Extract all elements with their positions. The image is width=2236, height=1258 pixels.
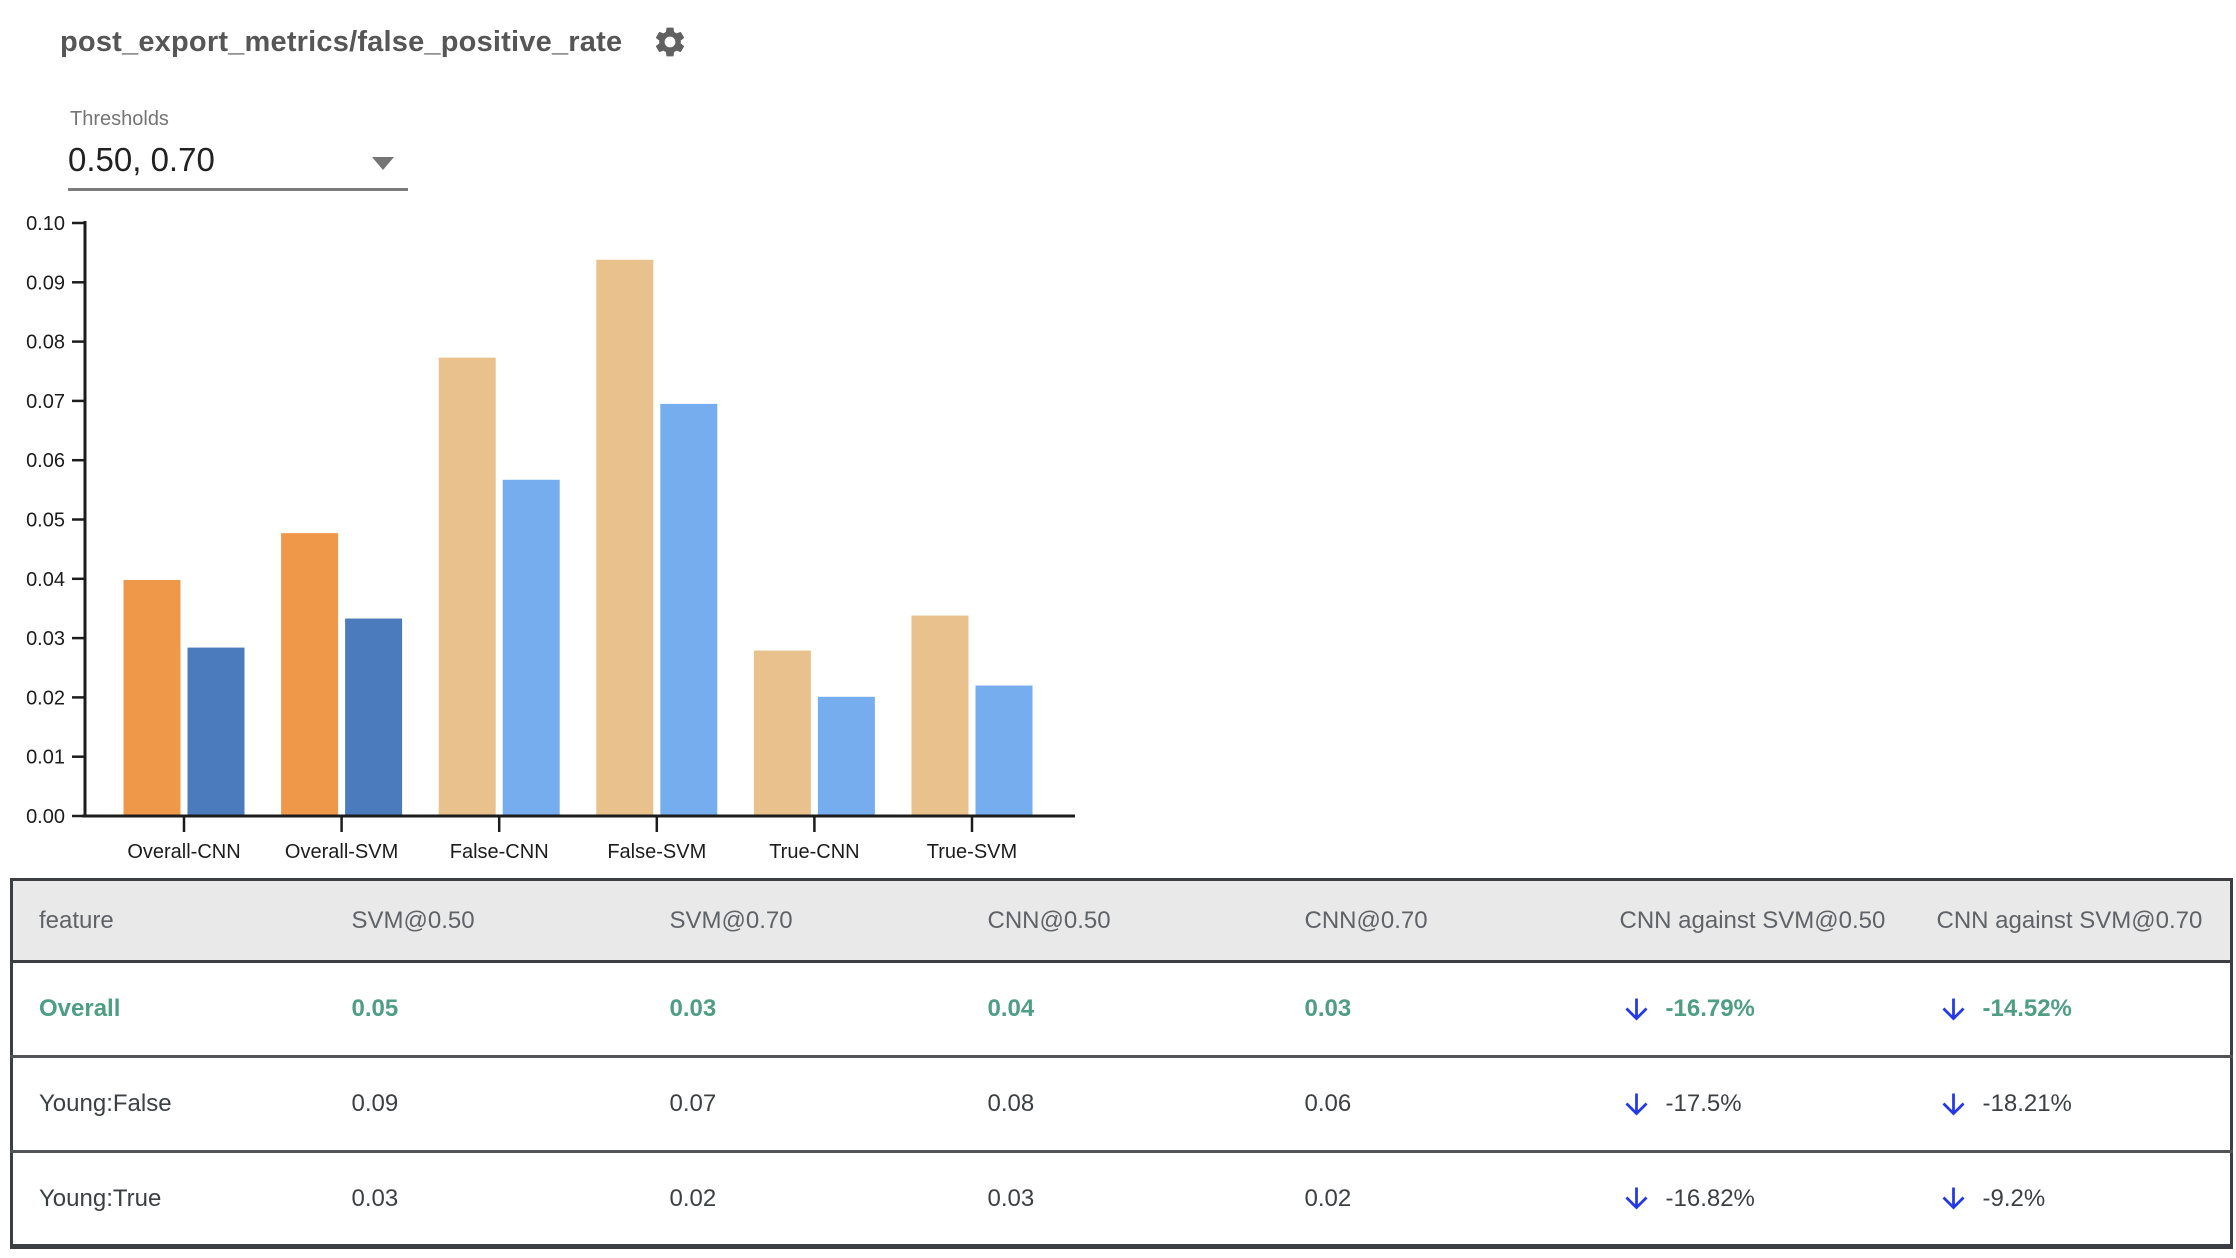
feature-cell: Young:False xyxy=(11,1056,352,1153)
svm-070-cell: 0.03 xyxy=(669,961,988,1058)
y-axis-tick-label: 0.04 xyxy=(26,569,65,591)
x-axis-label-false-svm: False-SVM xyxy=(607,841,706,863)
page-title: post_export_metrics/false_positive_rate xyxy=(60,25,623,58)
y-axis-tick-label: 0.10 xyxy=(26,213,65,235)
cnn-070-cell: 0.03 xyxy=(1304,961,1620,1058)
x-axis-label-true-cnn: True-CNN xyxy=(769,841,859,863)
feature-cell: Overall xyxy=(11,961,352,1058)
x-axis-label-overall-cnn: Overall-CNN xyxy=(127,841,240,863)
y-axis-tick-label: 0.06 xyxy=(26,450,65,472)
delta-against-svm-050-cell: -17.5% xyxy=(1619,1056,1937,1153)
x-axis-label-false-cnn: False-CNN xyxy=(450,841,549,863)
col-header-svm-070: SVM@0.70 xyxy=(669,879,988,963)
metrics-panel: 0.00 0.01 0.02 0.03 0.04 0.05 0.06 0.07 0.08 0.09… xyxy=(0,0,2236,1258)
dropdown-underline xyxy=(68,188,408,191)
thresholds-value: 0.50, 0.70 xyxy=(68,141,215,178)
svm-050-cell: 0.03 xyxy=(351,1151,670,1247)
delta-value: -14.52% xyxy=(1982,995,2072,1022)
col-header-svm-050: SVM@0.50 xyxy=(351,879,670,963)
delta-against-svm-050-cell: -16.79% xyxy=(1619,961,1937,1058)
col-header-cnn-against-svm-070: CNN against SVM@0.70 xyxy=(1936,879,2232,963)
bar-overall-cnn-threshold-0-70[interactable] xyxy=(187,647,245,816)
down-arrow-icon xyxy=(1942,1187,1964,1210)
delta-value: -9.2% xyxy=(1982,1184,2046,1212)
delta-against-svm-070-cell: -9.2% xyxy=(1936,1151,2232,1247)
cnn-050-cell: 0.04 xyxy=(987,961,1305,1058)
down-arrow-icon xyxy=(1625,1187,1647,1210)
bar-overall-svm-threshold-0-50[interactable] xyxy=(281,533,339,816)
bar-true-svm-threshold-0-70[interactable] xyxy=(975,685,1033,816)
cnn-050-cell: 0.08 xyxy=(987,1056,1305,1153)
dropdown-caret-icon[interactable] xyxy=(372,156,394,170)
delta-against-svm-070-cell: -18.21% xyxy=(1936,1056,2232,1153)
bar-true-cnn-threshold-0-70[interactable] xyxy=(817,696,875,816)
bar-false-cnn-threshold-0-50[interactable] xyxy=(438,357,496,816)
cnn-050-cell: 0.03 xyxy=(987,1151,1305,1247)
table-header-row: feature SVM@0.50 SVM@0.70 CNN@0.50 CNN@0… xyxy=(11,879,2232,963)
settings-gear-icon[interactable] xyxy=(652,24,688,60)
down-arrow-icon xyxy=(1625,998,1647,1020)
col-header-cnn-against-svm-050: CNN against SVM@0.50 xyxy=(1619,879,1937,963)
delta-value: -17.5% xyxy=(1665,1090,1742,1117)
bar-false-svm-threshold-0-50[interactable] xyxy=(596,259,654,816)
thresholds-dropdown[interactable]: Thresholds 0.50, 0.70 xyxy=(68,108,408,191)
svm-050-cell: 0.05 xyxy=(351,961,670,1058)
y-axis-tick-label: 0.03 xyxy=(26,628,65,650)
delta-value: -16.79% xyxy=(1665,995,1755,1022)
bar-true-svm-threshold-0-50[interactable] xyxy=(911,615,969,816)
y-axis-tick-label: 0.08 xyxy=(26,332,65,354)
metrics-table-body: Overall 0.05 0.03 0.04 0.03 -16.79% -14.52% You… xyxy=(11,961,2232,1247)
y-axis-tick-label: 0.09 xyxy=(26,272,65,294)
y-axis-tick-label: 0.00 xyxy=(26,806,65,828)
bar-false-svm-threshold-0-70[interactable] xyxy=(660,403,718,816)
down-arrow-icon xyxy=(1942,998,1964,1020)
table-row-young-false[interactable]: Young:False 0.09 0.07 0.08 0.06 -17.5% -18.21% xyxy=(11,1056,2232,1153)
svm-070-cell: 0.07 xyxy=(669,1056,988,1153)
svm-050-cell: 0.09 xyxy=(351,1056,670,1153)
bar-overall-cnn-threshold-0-50[interactable] xyxy=(123,579,181,816)
feature-cell: Young:True xyxy=(11,1151,352,1247)
col-header-cnn-050: CNN@0.50 xyxy=(987,879,1305,963)
col-header-cnn-070: CNN@0.70 xyxy=(1304,879,1620,963)
svm-070-cell: 0.02 xyxy=(669,1151,988,1247)
cnn-070-cell: 0.02 xyxy=(1304,1151,1620,1247)
metrics-table: feature SVM@0.50 SVM@0.70 CNN@0.50 CNN@0… xyxy=(10,878,2233,1249)
x-axis-label-true-svm: True-SVM xyxy=(927,841,1017,863)
delta-value: -18.21% xyxy=(1982,1090,2072,1117)
table-row-overall[interactable]: Overall 0.05 0.03 0.04 0.03 -16.79% -14.52% xyxy=(11,961,2232,1058)
x-axis-label-overall-svm: Overall-SVM xyxy=(285,841,398,863)
delta-against-svm-050-cell: -16.82% xyxy=(1619,1151,1937,1247)
bar-true-cnn-threshold-0-50[interactable] xyxy=(753,650,811,816)
delta-value: -16.82% xyxy=(1665,1184,1755,1212)
bar-overall-svm-threshold-0-70[interactable] xyxy=(345,618,403,816)
cnn-070-cell: 0.06 xyxy=(1304,1056,1620,1153)
down-arrow-icon xyxy=(1942,1093,1964,1115)
col-header-feature: feature xyxy=(11,879,352,963)
panel-header: post_export_metrics/false_positive_rate xyxy=(60,24,688,60)
down-arrow-icon xyxy=(1625,1093,1647,1115)
table-row-young-true[interactable]: Young:True 0.03 0.02 0.03 0.02 -16.82% -9.2% xyxy=(11,1151,2232,1247)
delta-against-svm-070-cell: -14.52% xyxy=(1936,961,2232,1058)
y-axis-tick-label: 0.05 xyxy=(26,510,65,532)
y-axis-tick-label: 0.07 xyxy=(26,391,65,413)
y-axis-tick-label: 0.01 xyxy=(26,747,65,769)
bar-false-cnn-threshold-0-70[interactable] xyxy=(502,479,560,816)
thresholds-label: Thresholds xyxy=(70,108,169,130)
y-axis-tick-label: 0.02 xyxy=(26,687,65,709)
